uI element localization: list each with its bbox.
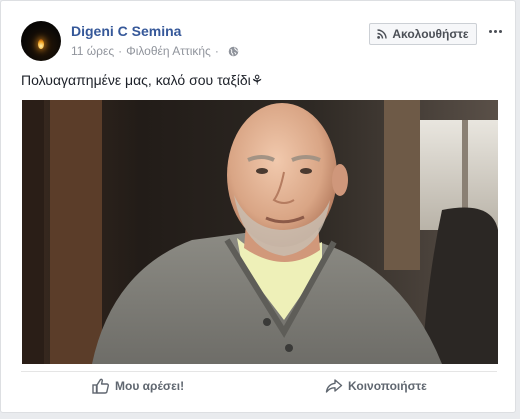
candle-flame-icon bbox=[38, 39, 44, 49]
post-timestamp[interactable]: 11 ώρες bbox=[71, 44, 114, 58]
like-button[interactable]: Μου αρέσει! bbox=[92, 375, 184, 397]
thumbs-up-icon bbox=[92, 378, 109, 394]
post-actions-bar: Μου αρέσει! Κοινοποιήστε bbox=[21, 371, 497, 400]
like-button-label: Μου αρέσει! bbox=[115, 379, 185, 393]
post-meta: 11 ώρες · Φιλοθέη Αττικής · bbox=[71, 44, 239, 58]
portrait-image bbox=[22, 100, 498, 364]
globe-icon[interactable] bbox=[228, 46, 239, 57]
share-button[interactable]: Κοινοποιήστε bbox=[325, 375, 427, 397]
share-arrow-icon bbox=[325, 379, 343, 393]
more-options-icon[interactable] bbox=[485, 25, 505, 37]
meta-separator: · bbox=[214, 44, 219, 58]
post-location[interactable]: Φιλοθέη Αττικής bbox=[126, 44, 211, 58]
post-text: Πολυαγαπημένε μας, καλό σου ταξίδι⚘ bbox=[21, 72, 264, 88]
post-card: Digeni C Semina 11 ώρες · Φιλοθέη Αττική… bbox=[0, 0, 516, 413]
author-name[interactable]: Digeni C Semina bbox=[71, 23, 181, 39]
post-photo[interactable] bbox=[22, 100, 498, 364]
share-button-label: Κοινοποιήστε bbox=[348, 379, 427, 393]
meta-separator: · bbox=[118, 44, 123, 58]
rss-icon bbox=[377, 29, 388, 39]
follow-button-label: Ακολουθήστε bbox=[392, 27, 469, 41]
author-avatar[interactable] bbox=[21, 21, 61, 61]
follow-button[interactable]: Ακολουθήστε bbox=[369, 23, 477, 45]
